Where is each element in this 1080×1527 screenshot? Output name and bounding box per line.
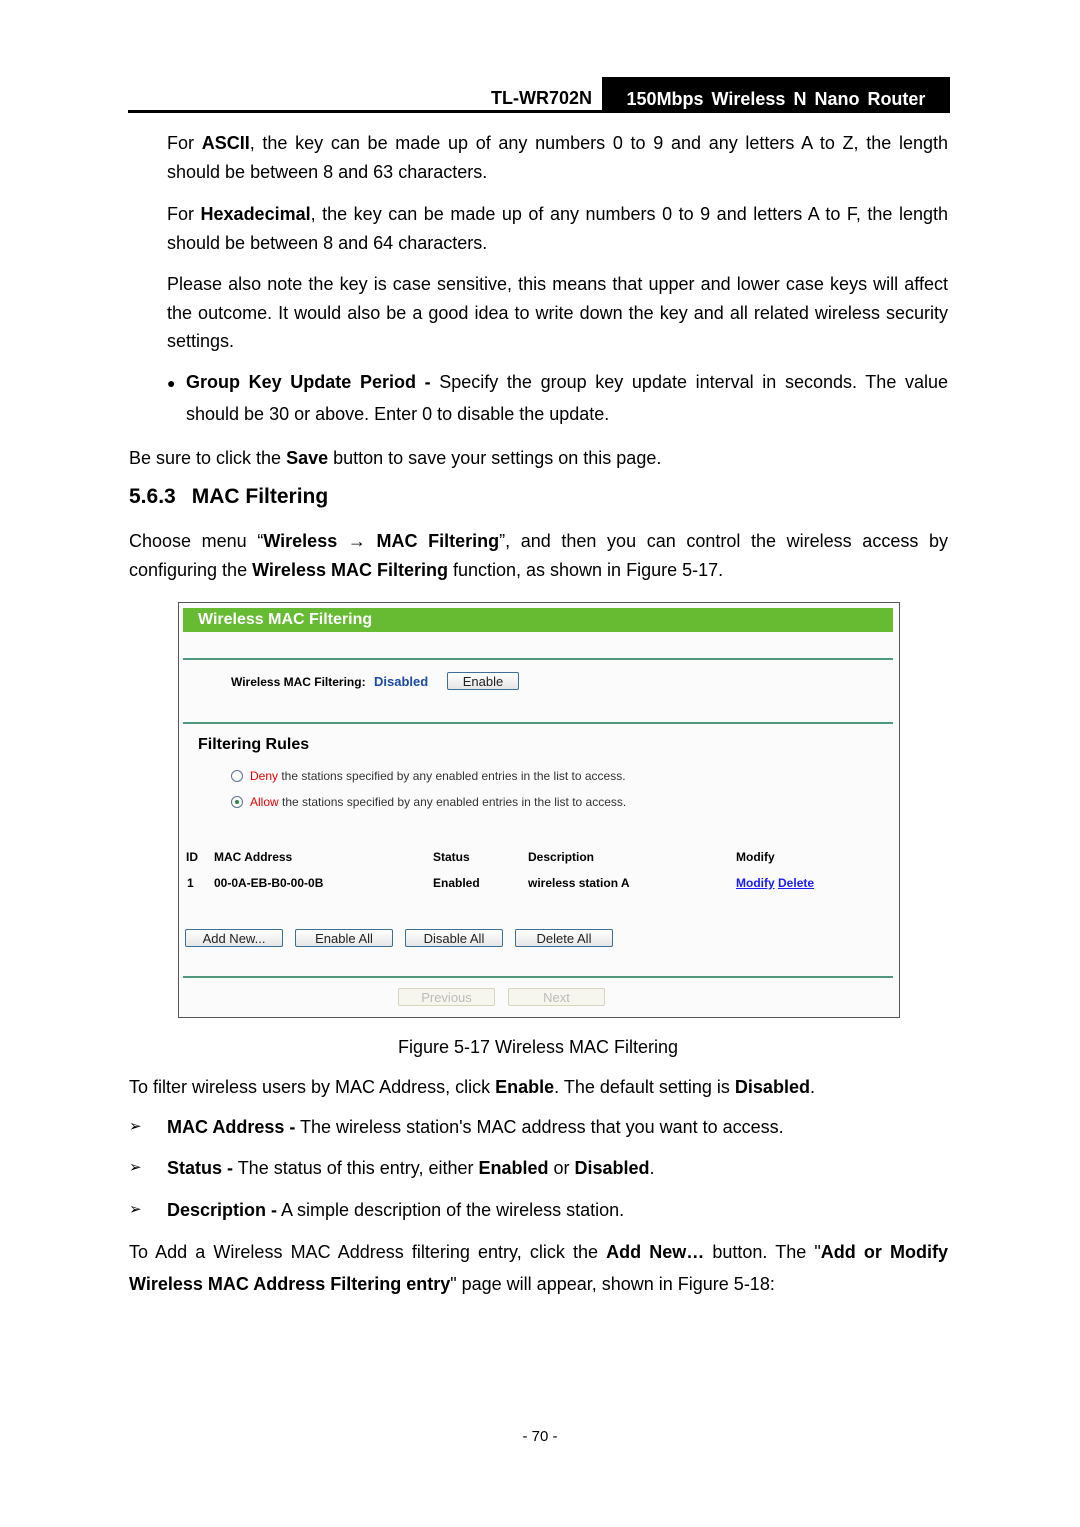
row-id: 1 [187, 876, 194, 890]
arrow-bullet-icon: ➢ [129, 1201, 142, 1218]
enable-all-button[interactable]: Enable All [295, 929, 393, 947]
col-description: Description [528, 850, 595, 864]
save-paragraph: Be sure to click the Save button to save… [129, 448, 662, 468]
next-button[interactable]: Next [508, 988, 605, 1006]
mac-address-item: MAC Address - The wireless station's MAC… [167, 1117, 784, 1137]
group-key-paragraph: Group Key Update Period - Specify the gr… [186, 372, 949, 424]
allow-radio[interactable] [231, 796, 243, 808]
ascii-paragraph: For ASCII, the key can be made up of any… [167, 133, 948, 182]
delete-link[interactable]: Delete [778, 876, 814, 890]
disable-all-button[interactable]: Disable All [405, 929, 503, 947]
modify-link[interactable]: Modify [736, 876, 775, 890]
col-modify: Modify [736, 850, 775, 864]
previous-button[interactable]: Previous [398, 988, 495, 1006]
page-number: - 70 - [522, 1428, 558, 1445]
arrow-bullet-icon: ➢ [129, 1159, 142, 1176]
enable-button[interactable]: Enable [447, 672, 519, 690]
col-status: Status [433, 850, 470, 864]
section-heading: 5.6.3 MAC Filtering [129, 485, 329, 508]
add-new-button[interactable]: Add New... [185, 929, 283, 947]
choose-paragraph: Choose menu “Wireless → MAC Filtering”, … [129, 531, 948, 580]
add-paragraph: To Add a Wireless MAC Address filtering … [129, 1242, 948, 1294]
delete-all-button[interactable]: Delete All [515, 929, 613, 947]
divider [183, 722, 893, 724]
filtering-rules-title: Filtering Rules [198, 736, 310, 753]
arrow-bullet-icon: ➢ [129, 1118, 142, 1135]
status-label: Wireless MAC Filtering: [231, 675, 366, 689]
note-paragraph: Please also note the key is case sensiti… [167, 274, 948, 351]
status-value: Disabled [374, 674, 429, 689]
row-description: wireless station A [528, 876, 630, 890]
deny-label: Deny the stations specified by any enabl… [250, 769, 626, 783]
row-mac: 00-0A-EB-B0-00-0B [214, 876, 324, 890]
divider [183, 658, 893, 660]
screenshot-title: Wireless MAC Filtering [183, 608, 893, 632]
row-status: Enabled [433, 876, 480, 890]
mac-filtering-screenshot: Wireless MAC Filtering Wireless MAC Filt… [178, 602, 900, 1018]
bullet-icon: ● [167, 375, 176, 391]
hex-paragraph: For Hexadecimal, the key can be made up … [167, 204, 948, 253]
divider [183, 976, 893, 978]
status-item: Status - The status of this entry, eithe… [167, 1158, 655, 1178]
header-product: 150Mbps Wireless N Nano Router [602, 77, 950, 112]
allow-label: Allow the stations specified by any enab… [250, 795, 627, 809]
header-rule [128, 110, 950, 113]
deny-radio[interactable] [231, 770, 243, 782]
manual-page: TL-WR702N 150Mbps Wireless N Nano Router… [0, 0, 1080, 1527]
description-item: Description - A simple description of th… [167, 1200, 625, 1220]
header-model: TL-WR702N [490, 88, 592, 108]
filter-paragraph: To filter wireless users by MAC Address,… [129, 1077, 815, 1097]
col-mac: MAC Address [214, 850, 293, 864]
col-id: ID [186, 850, 198, 864]
figure-caption: Figure 5-17 Wireless MAC Filtering [397, 1037, 679, 1057]
